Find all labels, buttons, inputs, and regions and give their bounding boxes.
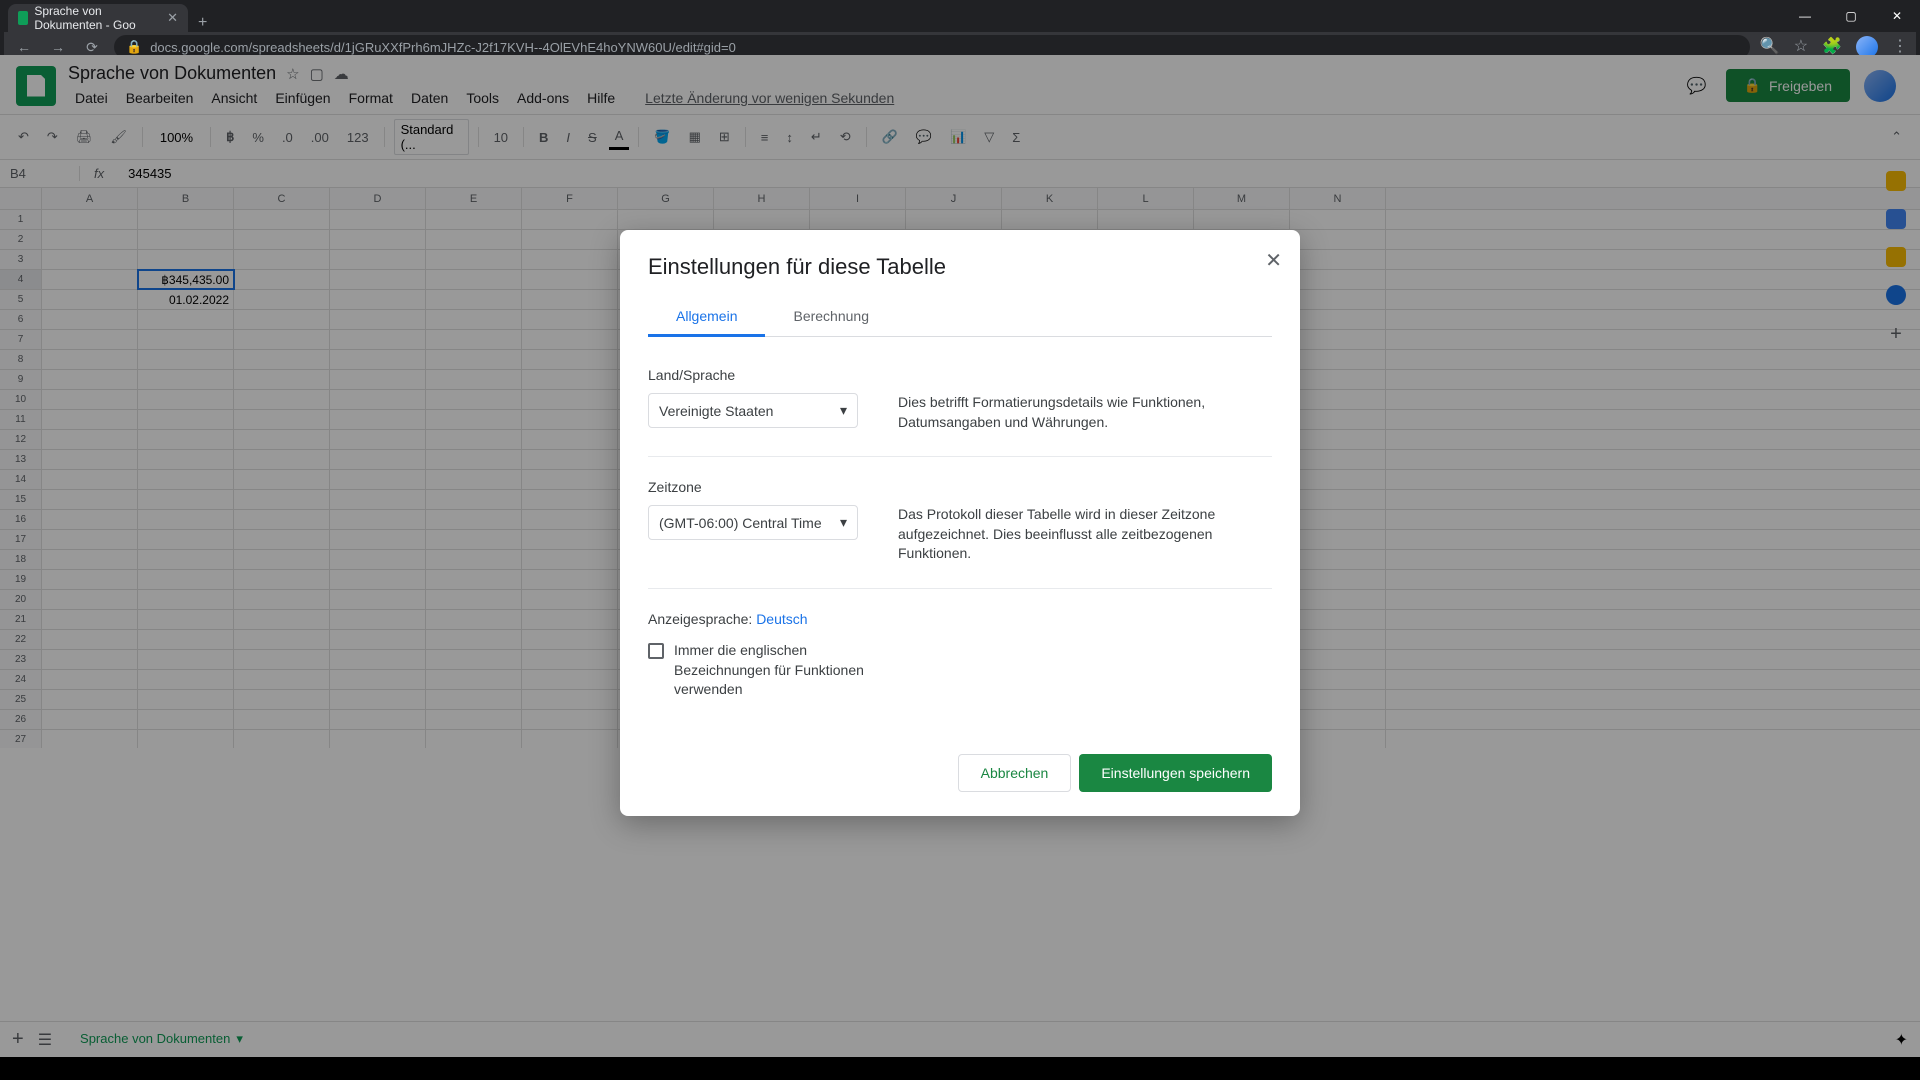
minimize-button[interactable]: — — [1782, 0, 1828, 32]
reload-button[interactable]: ⟳ — [80, 39, 104, 56]
url-text: docs.google.com/spreadsheets/d/1jGRuXXfP… — [150, 40, 736, 55]
modal-tabs: Allgemein Berechnung — [648, 298, 1272, 337]
lock-icon: 🔒 — [126, 39, 142, 55]
locale-description: Dies betrifft Formatierungsdetails wie F… — [898, 367, 1272, 432]
display-language-label: Anzeigesprache: Deutsch — [648, 611, 1272, 627]
tab-bar: Sprache von Dokumenten - Goo ✕ + — ▢ ✕ — [0, 0, 1920, 32]
settings-modal: Einstellungen für diese Tabelle ✕ Allgem… — [620, 230, 1300, 816]
tab-title: Sprache von Dokumenten - Goo — [34, 4, 161, 32]
timezone-description: Das Protokoll dieser Tabelle wird in die… — [898, 479, 1272, 564]
forward-button[interactable]: → — [46, 39, 70, 55]
close-window-button[interactable]: ✕ — [1874, 0, 1920, 32]
tab-calculation[interactable]: Berechnung — [765, 298, 897, 336]
browser-tab[interactable]: Sprache von Dokumenten - Goo ✕ — [8, 4, 188, 32]
cancel-button[interactable]: Abbrechen — [958, 754, 1072, 792]
tab-general[interactable]: Allgemein — [648, 298, 765, 337]
close-modal-button[interactable]: ✕ — [1265, 248, 1282, 273]
save-button[interactable]: Einstellungen speichern — [1079, 754, 1272, 792]
chevron-down-icon: ▾ — [840, 402, 847, 419]
timezone-select[interactable]: (GMT-06:00) Central Time ▾ — [648, 505, 858, 540]
locale-label: Land/Sprache — [648, 367, 858, 383]
new-tab-button[interactable]: + — [188, 14, 217, 32]
modal-title: Einstellungen für diese Tabelle — [648, 254, 1272, 280]
back-button[interactable]: ← — [12, 39, 36, 55]
window-controls: — ▢ ✕ — [1782, 0, 1920, 32]
english-functions-checkbox[interactable] — [648, 643, 664, 659]
maximize-button[interactable]: ▢ — [1828, 0, 1874, 32]
browser-chrome: Sprache von Dokumenten - Goo ✕ + — ▢ ✕ ←… — [0, 0, 1920, 55]
chevron-down-icon: ▾ — [840, 514, 847, 531]
display-language-link[interactable]: Deutsch — [756, 611, 807, 627]
sheets-app: Sprache von Dokumenten ☆ ▢ ☁ DateiBearbe… — [0, 55, 1920, 1080]
close-tab-icon[interactable]: ✕ — [167, 10, 178, 26]
locale-select[interactable]: Vereinigte Staaten ▾ — [648, 393, 858, 428]
timezone-label: Zeitzone — [648, 479, 858, 495]
sheets-favicon-icon — [18, 11, 28, 25]
checkbox-label: Immer die englischen Bezeichnungen für F… — [674, 641, 864, 700]
